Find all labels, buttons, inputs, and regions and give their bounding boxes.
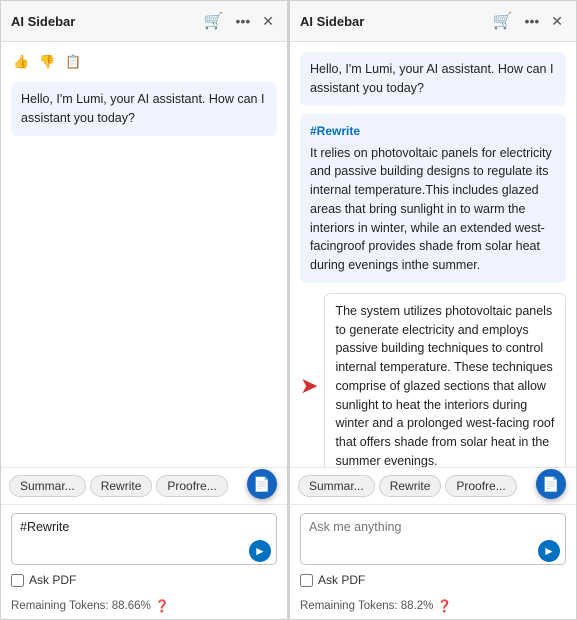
left-reaction-bar: 👍 👎 📋: [11, 52, 277, 72]
right-quick-actions: Summar... Rewrite Proofre... ⋮: [290, 467, 576, 504]
left-summarize-button[interactable]: Summar...: [9, 475, 86, 497]
right-more-button[interactable]: •••: [522, 11, 543, 31]
right-rewrite-original: #Rewrite It relies on photovoltaic panel…: [300, 114, 566, 283]
right-tokens-text: Remaining Tokens: 88.2%: [300, 600, 433, 612]
left-panel: AI Sidebar 🛒 ••• ✕ 👍 👎 📋 Hello, I'm Lumi…: [0, 0, 288, 620]
thumbs-down-button[interactable]: 👎: [37, 52, 57, 72]
right-help-icon[interactable]: ❓: [437, 599, 452, 613]
right-send-button[interactable]: ►: [538, 540, 560, 562]
right-ask-pdf-row: Ask PDF: [300, 573, 566, 587]
left-doc-fab[interactable]: 📄: [247, 469, 277, 499]
left-header-icons: 🛒 ••• ✕: [201, 9, 277, 33]
right-cart-button[interactable]: 🛒: [490, 9, 516, 33]
left-greeting-message: Hello, I'm Lumi, your AI assistant. How …: [11, 82, 277, 136]
left-header: AI Sidebar 🛒 ••• ✕: [1, 1, 287, 42]
thumbs-up-button[interactable]: 👍: [11, 52, 31, 72]
right-panel: AI Sidebar 🛒 ••• ✕ Hello, I'm Lumi, your…: [289, 0, 577, 620]
right-arrow-row: ➤ The system utilizes photovoltaic panel…: [300, 291, 566, 467]
right-header-icons: 🛒 ••• ✕: [490, 9, 566, 33]
right-ask-pdf-checkbox[interactable]: [300, 574, 313, 587]
left-ask-pdf-label: Ask PDF: [29, 573, 76, 587]
left-title: AI Sidebar: [11, 14, 201, 29]
copy-button[interactable]: 📋: [63, 52, 83, 72]
left-input-area: #Rewrite ► Ask PDF: [1, 504, 287, 595]
right-original-text: It relies on photovoltaic panels for ele…: [310, 146, 552, 273]
right-chat-input[interactable]: [300, 513, 566, 565]
right-header: AI Sidebar 🛒 ••• ✕: [290, 1, 576, 42]
left-proofread-button[interactable]: Proofre...: [156, 475, 227, 497]
right-chat-area: Hello, I'm Lumi, your AI assistant. How …: [290, 42, 576, 467]
right-ask-pdf-label: Ask PDF: [318, 573, 365, 587]
left-tokens-bar: Remaining Tokens: 88.66% ❓: [1, 595, 287, 619]
left-close-button[interactable]: ✕: [259, 11, 277, 32]
right-proofread-button[interactable]: Proofre...: [445, 475, 516, 497]
right-arrow-icon: ➤: [300, 373, 318, 399]
right-input-wrapper: ►: [300, 513, 566, 568]
left-chat-input[interactable]: #Rewrite: [11, 513, 277, 565]
right-doc-fab[interactable]: 📄: [536, 469, 566, 499]
left-tokens-text: Remaining Tokens: 88.66%: [11, 600, 151, 612]
left-ask-pdf-row: Ask PDF: [11, 573, 277, 587]
left-input-wrapper: #Rewrite ►: [11, 513, 277, 568]
right-summarize-button[interactable]: Summar...: [298, 475, 375, 497]
right-greeting-message: Hello, I'm Lumi, your AI assistant. How …: [300, 52, 566, 106]
left-help-icon[interactable]: ❓: [155, 599, 170, 613]
left-send-button[interactable]: ►: [249, 540, 271, 562]
right-rewrite-tag: #Rewrite: [310, 122, 556, 140]
right-tokens-bar: Remaining Tokens: 88.2% ❓: [290, 595, 576, 619]
left-ask-pdf-checkbox[interactable]: [11, 574, 24, 587]
left-chat-area: 👍 👎 📋 Hello, I'm Lumi, your AI assistant…: [1, 42, 287, 467]
left-greeting-text: Hello, I'm Lumi, your AI assistant. How …: [21, 92, 264, 125]
right-result-text: The system utilizes photovoltaic panels …: [335, 304, 554, 467]
right-greeting-text: Hello, I'm Lumi, your AI assistant. How …: [310, 62, 553, 95]
right-input-area: ► Ask PDF: [290, 504, 576, 595]
right-rewrite-result: The system utilizes photovoltaic panels …: [324, 293, 566, 467]
left-rewrite-button[interactable]: Rewrite: [90, 475, 153, 497]
left-quick-actions: Summar... Rewrite Proofre... ⋮: [1, 467, 287, 504]
left-more-button[interactable]: •••: [233, 11, 254, 31]
right-close-button[interactable]: ✕: [548, 11, 566, 32]
left-cart-button[interactable]: 🛒: [201, 9, 227, 33]
right-rewrite-button[interactable]: Rewrite: [379, 475, 442, 497]
right-title: AI Sidebar: [300, 14, 490, 29]
